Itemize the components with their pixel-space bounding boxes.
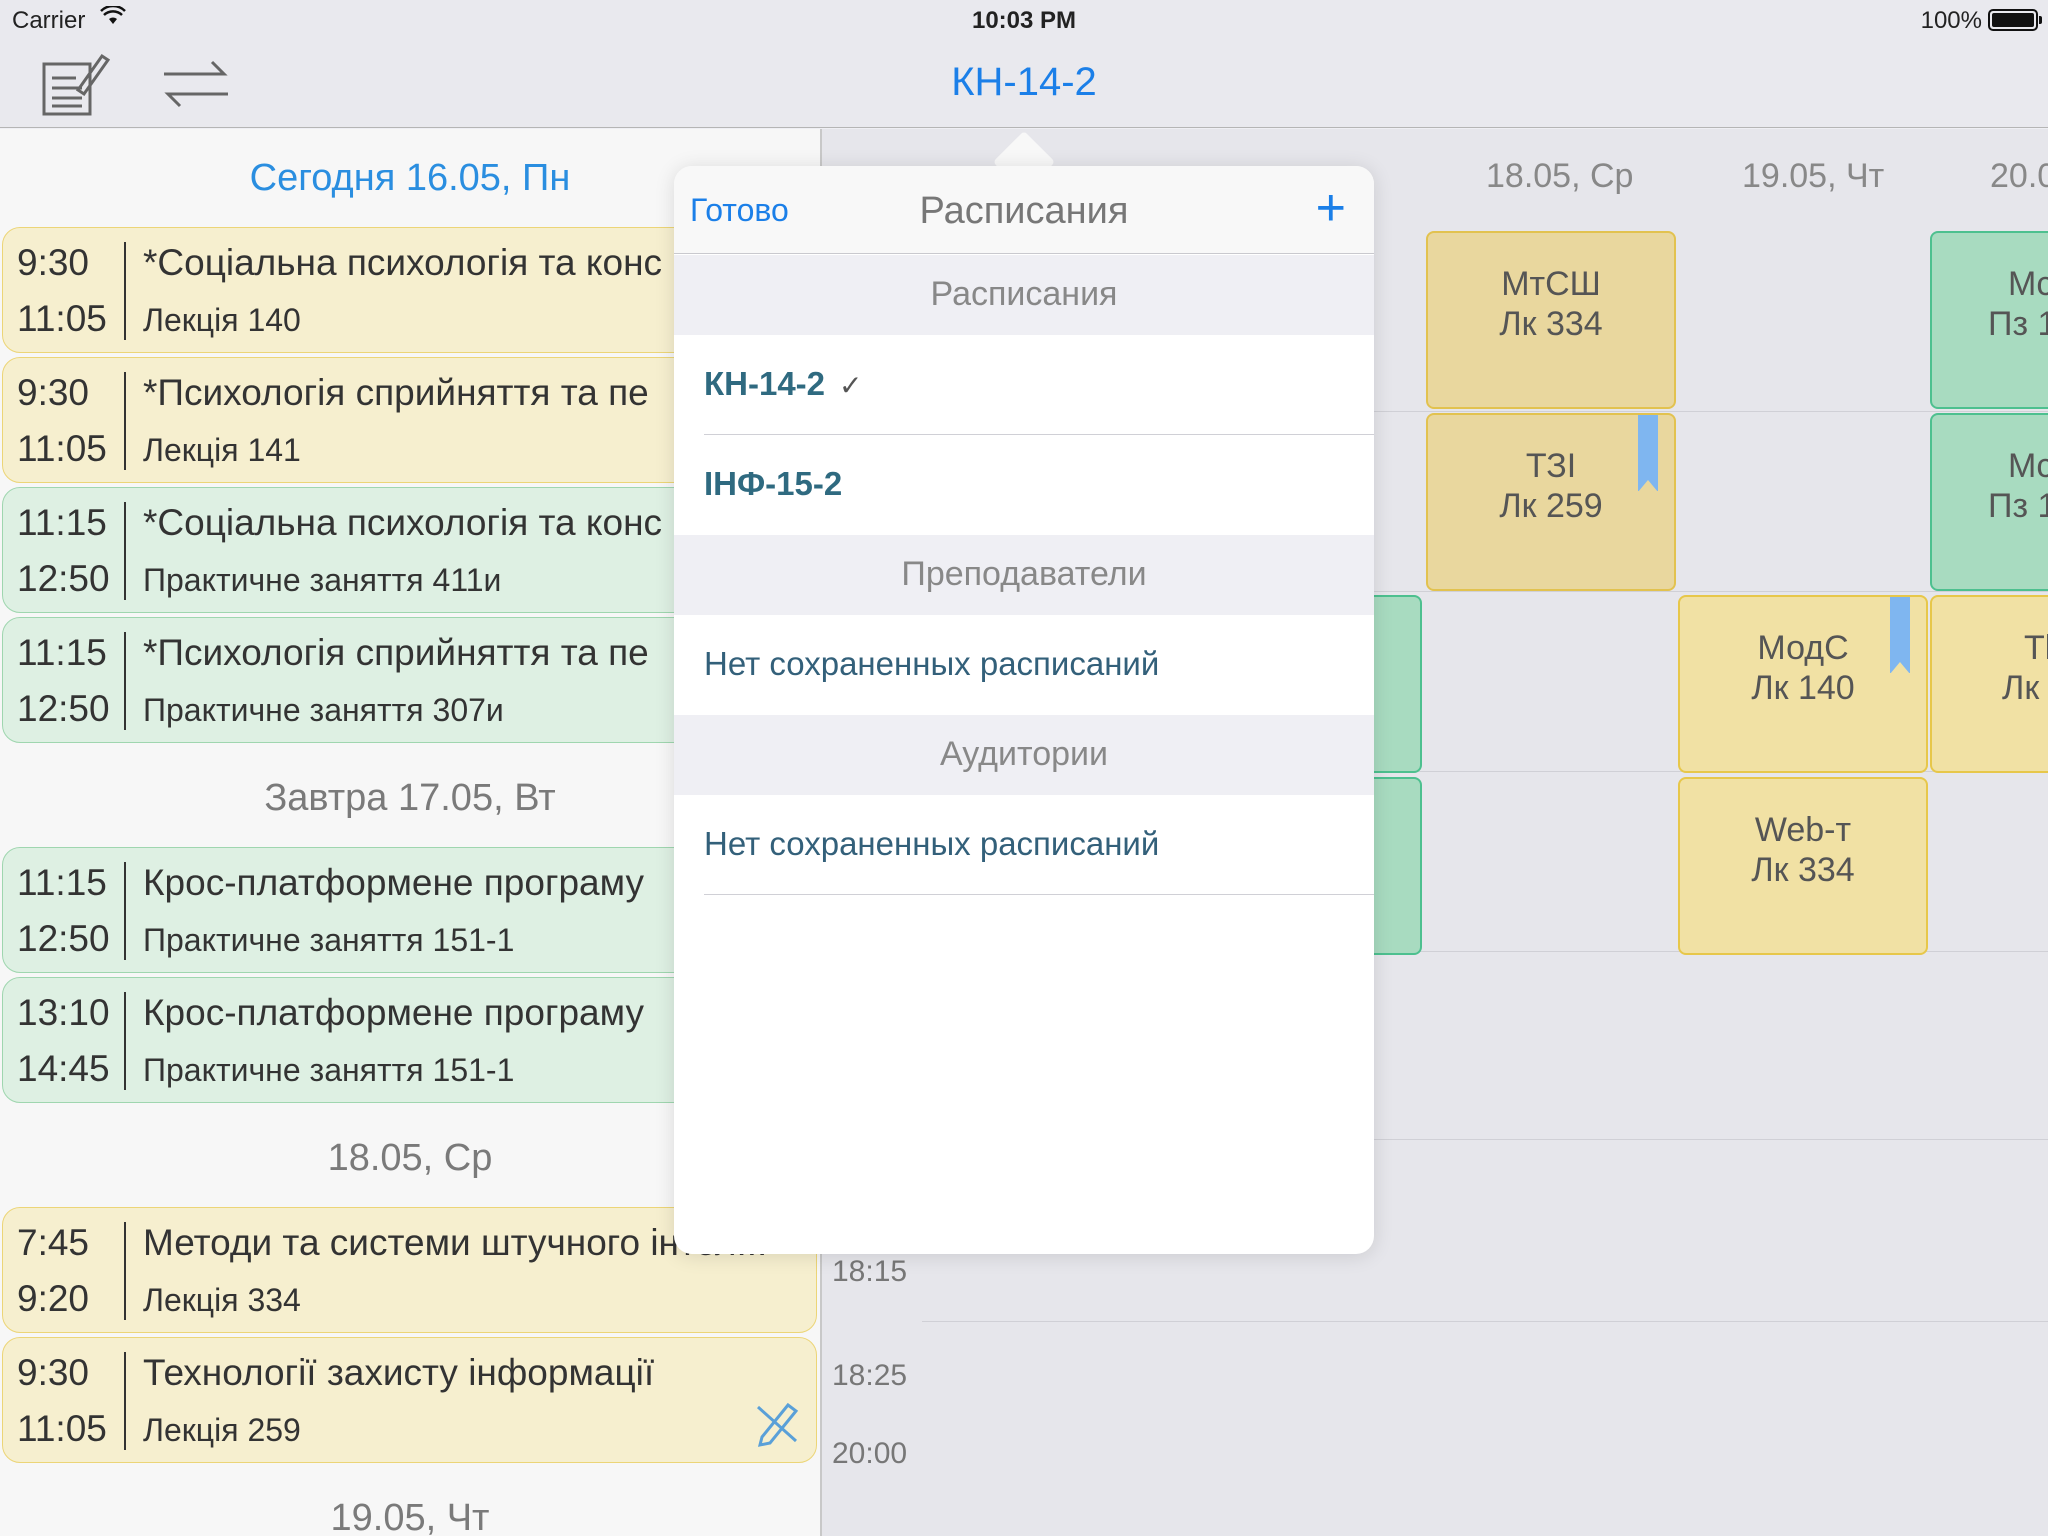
lesson-divider [124,502,126,600]
nav-title[interactable]: КН-14-2 [0,60,2048,105]
timetable-cell[interactable]: МтСШ Лк 334 [1426,231,1676,409]
empty-label: Нет сохраненных расписаний [704,825,1160,862]
lesson-end: 11:05 [17,298,107,339]
lesson-item[interactable]: 9:30 11:05 Технології захисту інформації… [2,1337,817,1463]
lesson-title: *Соціальна психологія та конс [143,502,663,543]
time-label: 20:00 [832,1437,908,1470]
schedule-label: ІНФ-15-2 [704,465,843,502]
row-separator [704,894,1374,895]
pencil-icon[interactable] [752,1397,802,1452]
column-header: 20.0 [1990,157,2048,195]
lesson-subtitle: Практичне заняття 307и [143,692,504,728]
lesson-end: 14:45 [17,1048,110,1089]
column-header: 19.05, Чт [1742,157,1885,195]
lesson-end: 11:05 [17,1408,107,1449]
day-header: 19.05, Чт [330,1497,490,1536]
schedule-row[interactable]: КН-14-2 ✓ [674,335,1374,435]
lesson-subtitle: Лекція 141 [143,432,301,468]
timetable-cell[interactable]: Tl Лк [1930,595,2048,773]
lesson-end: 12:50 [17,558,110,599]
empty-label: Нет сохраненных расписаний [704,645,1160,682]
clock: 10:03 PM [971,7,1077,34]
lesson-title: Крос-платформене програму [143,862,644,903]
lesson-divider [124,242,126,340]
add-icon[interactable]: + [1316,182,1346,234]
battery-icon [1988,9,2042,31]
time-label: 18:25 [832,1359,908,1392]
timetable-cell[interactable]: ТЗІ Лк 259 [1426,413,1676,591]
lesson-divider [124,862,126,960]
lesson-start: 9:30 [17,1352,90,1393]
cell-subject: Mc [2008,265,2048,303]
lesson-subtitle: Лекція 140 [143,302,301,338]
nav-bar: КН-14-2 [0,40,2048,128]
timetable-cell[interactable]: Web-т Лк 334 [1678,777,1928,955]
lesson-start: 7:45 [17,1222,90,1263]
cell-subject: Mc [2008,447,2048,485]
lesson-title: Крос-платформене програму [143,992,644,1033]
cell-room: Лк [2002,669,2040,707]
cell-room: Лк 259 [1499,487,1603,525]
cell-room: Пз 1 [1988,305,2048,343]
lesson-subtitle: Лекція 334 [143,1282,301,1318]
popover-header: Готово Расписания + [674,166,1374,254]
lesson-title: *Психологія сприйняття та пе [143,632,649,673]
schedule-label: КН-14-2 ✓ [704,365,863,402]
lesson-end: 12:50 [17,688,110,729]
lesson-divider [124,372,126,470]
lesson-start: 9:30 [17,242,90,283]
section-header-teachers: Преподаватели [674,535,1374,615]
lesson-end: 9:20 [17,1278,90,1319]
section-header-rooms: Аудитории [674,715,1374,795]
lesson-divider [124,1222,126,1320]
timetable-cell[interactable]: Mc Пз 1 [1930,231,2048,409]
lesson-end: 12:50 [17,918,110,959]
cell-room: Лк 140 [1751,669,1855,707]
lesson-start: 13:10 [17,992,110,1033]
column-header: 18.05, Ср [1486,157,1634,195]
battery-percent: 100% [1920,7,1982,34]
lesson-title: Технології захисту інформації [143,1352,655,1393]
grid-line [922,1321,2048,1322]
cell-subject: МтСШ [1501,265,1601,303]
lesson-divider [124,632,126,730]
cell-room: Лк 334 [1499,305,1603,343]
status-bar: Carrier 10:03 PM 100% [0,0,2048,40]
lesson-subtitle: Лекція 259 [143,1412,301,1448]
lesson-start: 11:15 [17,502,107,543]
bookmark-icon [1890,597,1910,674]
cell-room: Лк 334 [1751,851,1855,889]
bookmark-icon [1638,415,1658,492]
schedules-popover: Готово Расписания + Расписания КН-14-2 ✓ … [674,166,1374,1254]
lesson-end: 11:05 [17,428,107,469]
lesson-title: *Психологія сприйняття та пе [143,372,649,413]
schedule-row[interactable]: ІНФ-15-2 [674,435,1374,535]
popover-title: Расписания [919,190,1129,232]
cell-room: Пз 1 [1988,487,2048,525]
empty-row: Нет сохраненных расписаний [674,795,1374,895]
lesson-divider [124,992,126,1090]
lesson-title: *Соціальна психологія та конс [143,242,663,283]
empty-row: Нет сохраненных расписаний [674,615,1374,715]
lesson-start: 9:30 [17,372,90,413]
lesson-subtitle: Практичне заняття 411и [143,562,502,598]
timetable-cell[interactable]: МодС Лк 140 [1678,595,1928,773]
timetable-cell[interactable]: Mc Пз 1 [1930,413,2048,591]
cell-subject: Web-т [1754,811,1852,849]
lesson-subtitle: Практичне заняття 151-1 [143,922,515,958]
checkmark-icon: ✓ [839,370,863,401]
lesson-subtitle: Практичне заняття 151-1 [143,1052,515,1088]
section-header-schedules: Расписания [674,255,1374,335]
cell-subject: Tl [2024,629,2048,667]
lesson-start: 11:15 [17,632,107,673]
lesson-divider [124,1352,126,1450]
time-label: 18:15 [832,1255,908,1288]
lesson-start: 11:15 [17,862,107,903]
